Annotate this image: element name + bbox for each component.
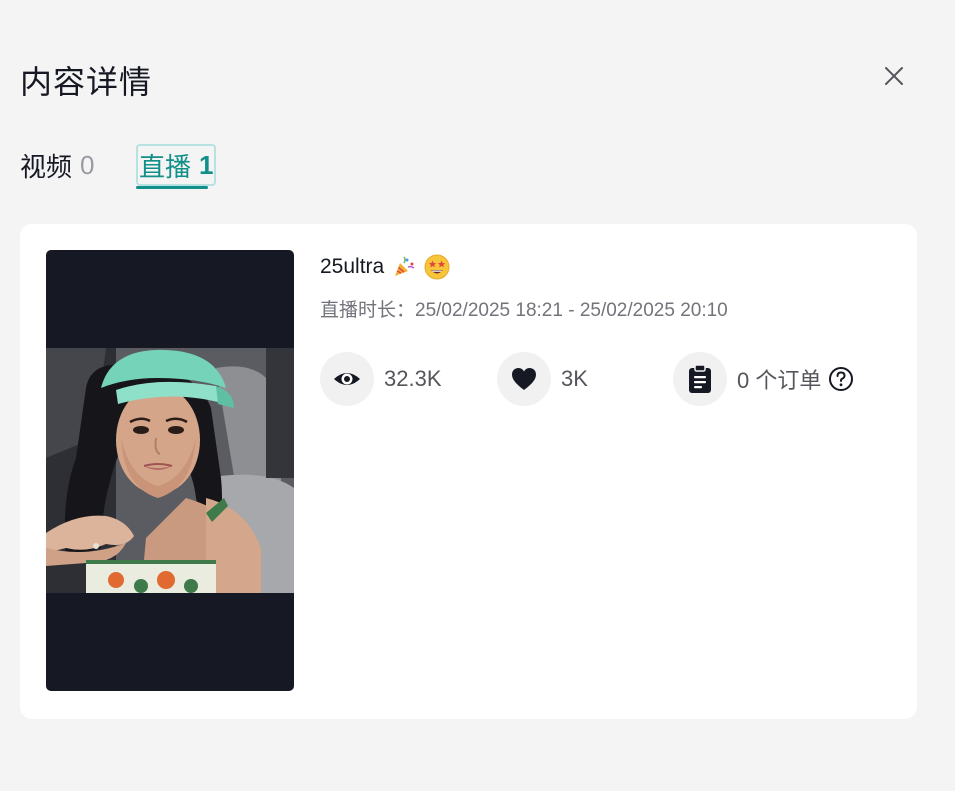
live-title-text: 25ultra xyxy=(320,255,385,278)
active-tab-indicator xyxy=(136,186,208,189)
heart-icon xyxy=(497,352,551,406)
live-thumbnail[interactable] xyxy=(46,250,294,691)
close-button[interactable] xyxy=(876,58,912,94)
eye-icon xyxy=(320,352,374,406)
question-circle-icon[interactable] xyxy=(828,366,854,392)
views-value: 32.3K xyxy=(384,366,442,391)
tab-video-count: 0 xyxy=(80,149,95,180)
woman-in-mint-cap-selfie-image xyxy=(46,348,294,593)
orders-stat: 0 个订单 xyxy=(673,352,854,406)
views-stat: 32.3K xyxy=(320,352,442,406)
tab-video-label: 视频 xyxy=(20,151,73,182)
live-title[interactable]: 25ultra xyxy=(320,252,450,282)
clipboard-icon xyxy=(673,352,727,406)
party-popper-icon xyxy=(392,255,416,279)
star-struck-face-icon xyxy=(424,254,450,280)
duration-label: 直播时长： xyxy=(320,300,416,321)
tab-video[interactable]: 视频 0 xyxy=(20,144,94,186)
tab-live[interactable]: 直播 1 xyxy=(136,144,217,186)
live-duration: 直播时长：25/02/2025 18:21 - 25/02/2025 20:10 xyxy=(320,298,728,324)
likes-stat: 3K xyxy=(497,352,588,406)
likes-value: 3K xyxy=(561,366,588,391)
orders-value: 0 个订单 xyxy=(737,368,822,393)
duration-value: 25/02/2025 18:21 - 25/02/2025 20:10 xyxy=(415,300,728,321)
live-card: 25ultra 直播时长：25/02/2025 18:21 - 25/02/20… xyxy=(20,224,917,719)
tab-live-count: 1 xyxy=(199,149,214,180)
tab-live-label: 直播 xyxy=(139,151,192,182)
close-icon[interactable] xyxy=(884,66,904,86)
page-title: 内容详情 xyxy=(20,64,153,100)
